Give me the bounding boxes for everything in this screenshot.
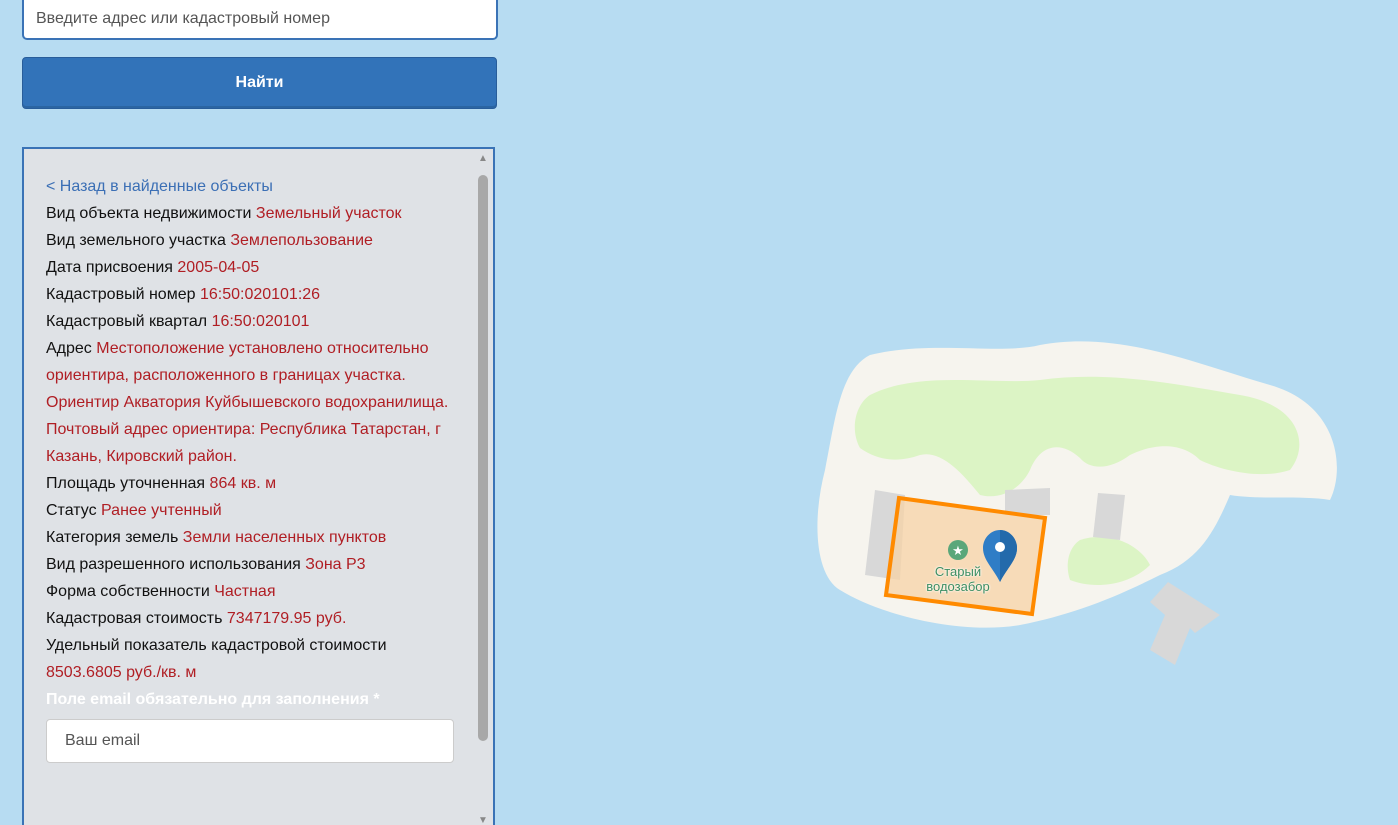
back-to-results-link[interactable]: < Назад в найденные объекты: [46, 173, 466, 200]
scroll-down-arrow-icon[interactable]: ▼: [475, 813, 491, 825]
details-panel[interactable]: < Назад в найденные объекты Вид объекта …: [22, 147, 495, 825]
building-right: [1093, 493, 1125, 540]
poi-label-line2: водозабор: [926, 579, 990, 594]
field-land-type: Вид земельного участка Землепользование: [46, 232, 373, 249]
field-address: Адрес Местоположение установлено относит…: [46, 340, 449, 465]
panel-scrollbar[interactable]: ▲ ▼: [475, 151, 491, 825]
find-button[interactable]: Найти: [22, 57, 497, 109]
field-permitted-use: Вид разрешенного использования Зона Р3: [46, 556, 366, 573]
poi-label-line1: Старый: [934, 564, 982, 579]
field-object-type: Вид объекта недвижимости Земельный участ…: [46, 205, 402, 222]
field-specific-value: Удельный показатель кадастровой стоимост…: [46, 637, 387, 681]
field-assigned-date: Дата присвоения 2005-04-05: [46, 259, 260, 276]
field-ownership: Форма собственности Частная: [46, 583, 276, 600]
scroll-thumb[interactable]: [478, 175, 488, 741]
search-input[interactable]: [22, 0, 498, 40]
building-top: [1005, 488, 1050, 515]
field-land-category: Категория земель Земли населенных пункто…: [46, 529, 387, 546]
details-content: < Назад в найденные объекты Вид объекта …: [46, 173, 466, 763]
field-cadastral-number: Кадастровый номер 16:50:020101:26: [46, 286, 321, 303]
field-area: Площадь уточненная 864 кв. м: [46, 475, 277, 492]
svg-text:★: ★: [952, 544, 964, 559]
email-required-notice: Поле email обязательно для заполнения *: [46, 691, 380, 708]
poi-label: Старый водозабор: [918, 564, 998, 594]
scroll-up-arrow-icon[interactable]: ▲: [475, 151, 491, 167]
field-cadastral-value: Кадастровая стоимость 7347179.95 руб.: [46, 610, 347, 627]
field-cadastral-quarter: Кадастровый квартал 16:50:020101: [46, 313, 310, 330]
park-poi-icon[interactable]: ★: [948, 540, 968, 560]
field-status: Статус Ранее учтенный: [46, 502, 222, 519]
email-input[interactable]: [46, 719, 454, 763]
